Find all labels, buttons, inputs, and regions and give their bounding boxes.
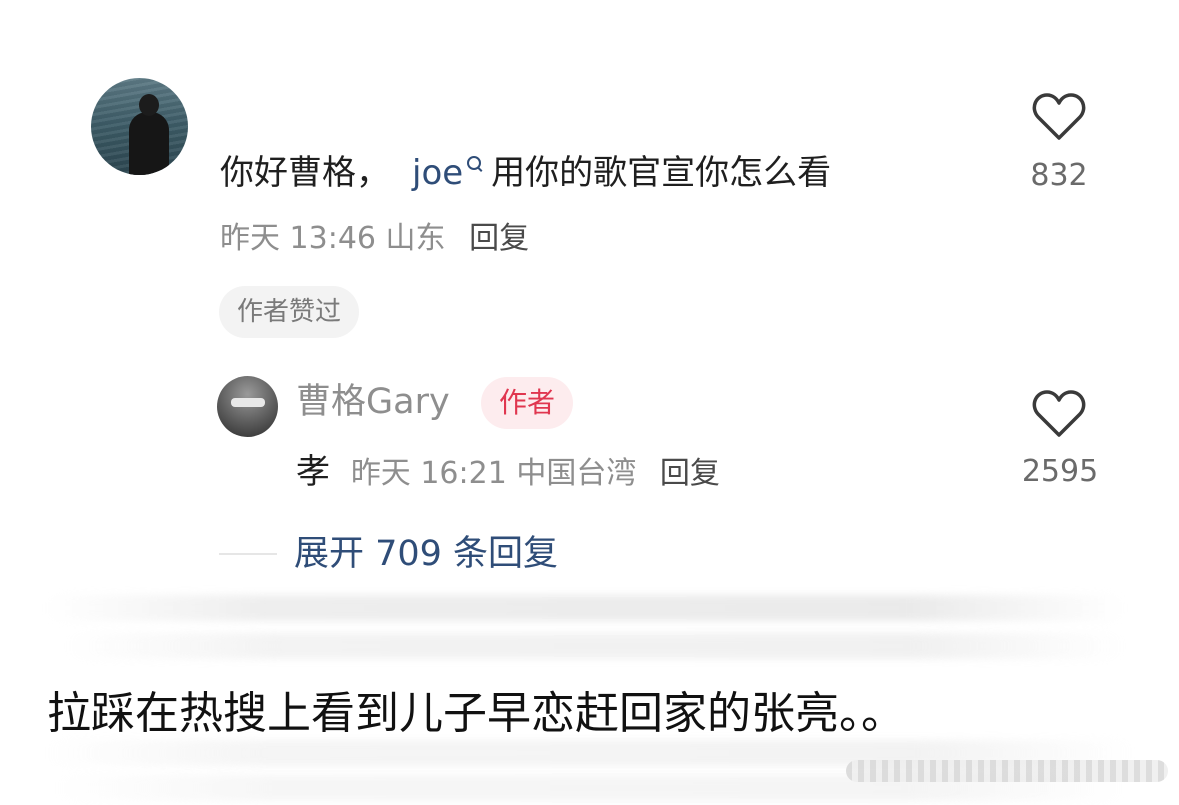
author-tag-badge: 作者 bbox=[481, 377, 574, 429]
comment-time: 昨天 13:46 bbox=[220, 221, 376, 256]
heart-outline-icon bbox=[1032, 93, 1086, 140]
author-avatar[interactable] bbox=[217, 376, 278, 437]
expand-divider bbox=[219, 553, 277, 555]
commenter-avatar[interactable] bbox=[91, 78, 188, 175]
heart-outline-icon bbox=[1032, 390, 1086, 437]
comment-location: 山东 bbox=[385, 221, 446, 256]
expand-replies-link[interactable]: 展开 709 条回复 bbox=[294, 530, 558, 578]
comment-text: 你好曹格， joe 用你的歌官宣你怎么看 bbox=[220, 150, 831, 196]
reply-reply-button[interactable]: 回复 bbox=[660, 456, 720, 491]
comment-like-button[interactable] bbox=[1032, 92, 1086, 146]
comment-meta: 昨天 13:46 山东 回复 bbox=[220, 218, 529, 260]
comment-text-after: 用你的歌官宣你怎么看 bbox=[491, 153, 832, 193]
reply-body: 孝 昨天 16:21 中国台湾 回复 bbox=[296, 448, 720, 498]
reply-author-name[interactable]: 曹格Gary bbox=[296, 378, 450, 426]
reply-time: 昨天 16:21 bbox=[350, 456, 507, 491]
reply-like-count: 2595 bbox=[1021, 454, 1099, 489]
mention-link[interactable]: joe bbox=[412, 153, 463, 193]
watermark bbox=[846, 760, 1168, 782]
comment-text-before: 你好曹格， bbox=[220, 153, 390, 193]
reply-meta: 昨天 16:21 中国台湾 回复 bbox=[351, 456, 720, 491]
comment-like-count: 832 bbox=[1030, 158, 1088, 193]
reply-location: 中国台湾 bbox=[516, 456, 637, 491]
reply-like-button[interactable] bbox=[1032, 389, 1086, 443]
caption-text: 拉踩在热搜上看到儿子早恋赶回家的张亮。。 bbox=[47, 688, 905, 739]
liked-by-author-badge: 作者赞过 bbox=[219, 286, 360, 338]
comment-reply-button[interactable]: 回复 bbox=[469, 221, 529, 256]
reply-text: 孝 bbox=[296, 452, 330, 492]
search-icon[interactable] bbox=[467, 156, 482, 170]
